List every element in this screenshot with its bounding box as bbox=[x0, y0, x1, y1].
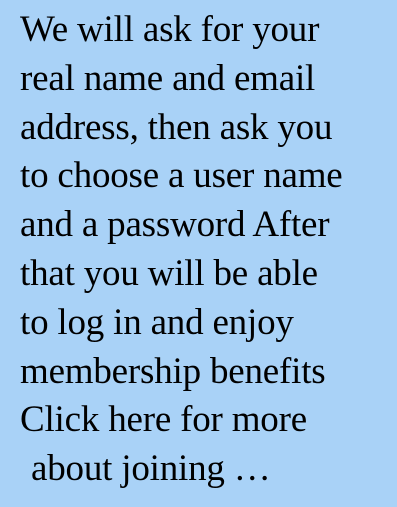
join-info-line: to log in and enjoy bbox=[20, 301, 294, 343]
join-info-line: address, then ask you bbox=[20, 106, 333, 148]
join-info-line: real name and email bbox=[20, 57, 316, 99]
join-info-line: and a password After bbox=[20, 204, 330, 246]
join-info-text[interactable]: We will ask for your real name and email… bbox=[20, 6, 397, 494]
join-info-line: We will ask for your bbox=[20, 9, 320, 50]
join-info-panel[interactable]: We will ask for your real name and email… bbox=[0, 0, 397, 507]
join-info-line: membership benefits bbox=[20, 350, 326, 392]
click-here-line[interactable]: Click here for more bbox=[20, 396, 397, 445]
about-joining-line[interactable]: about joining … bbox=[20, 445, 397, 494]
join-info-line: that you will be able bbox=[20, 252, 318, 294]
join-info-line: to choose a user name bbox=[20, 155, 343, 197]
